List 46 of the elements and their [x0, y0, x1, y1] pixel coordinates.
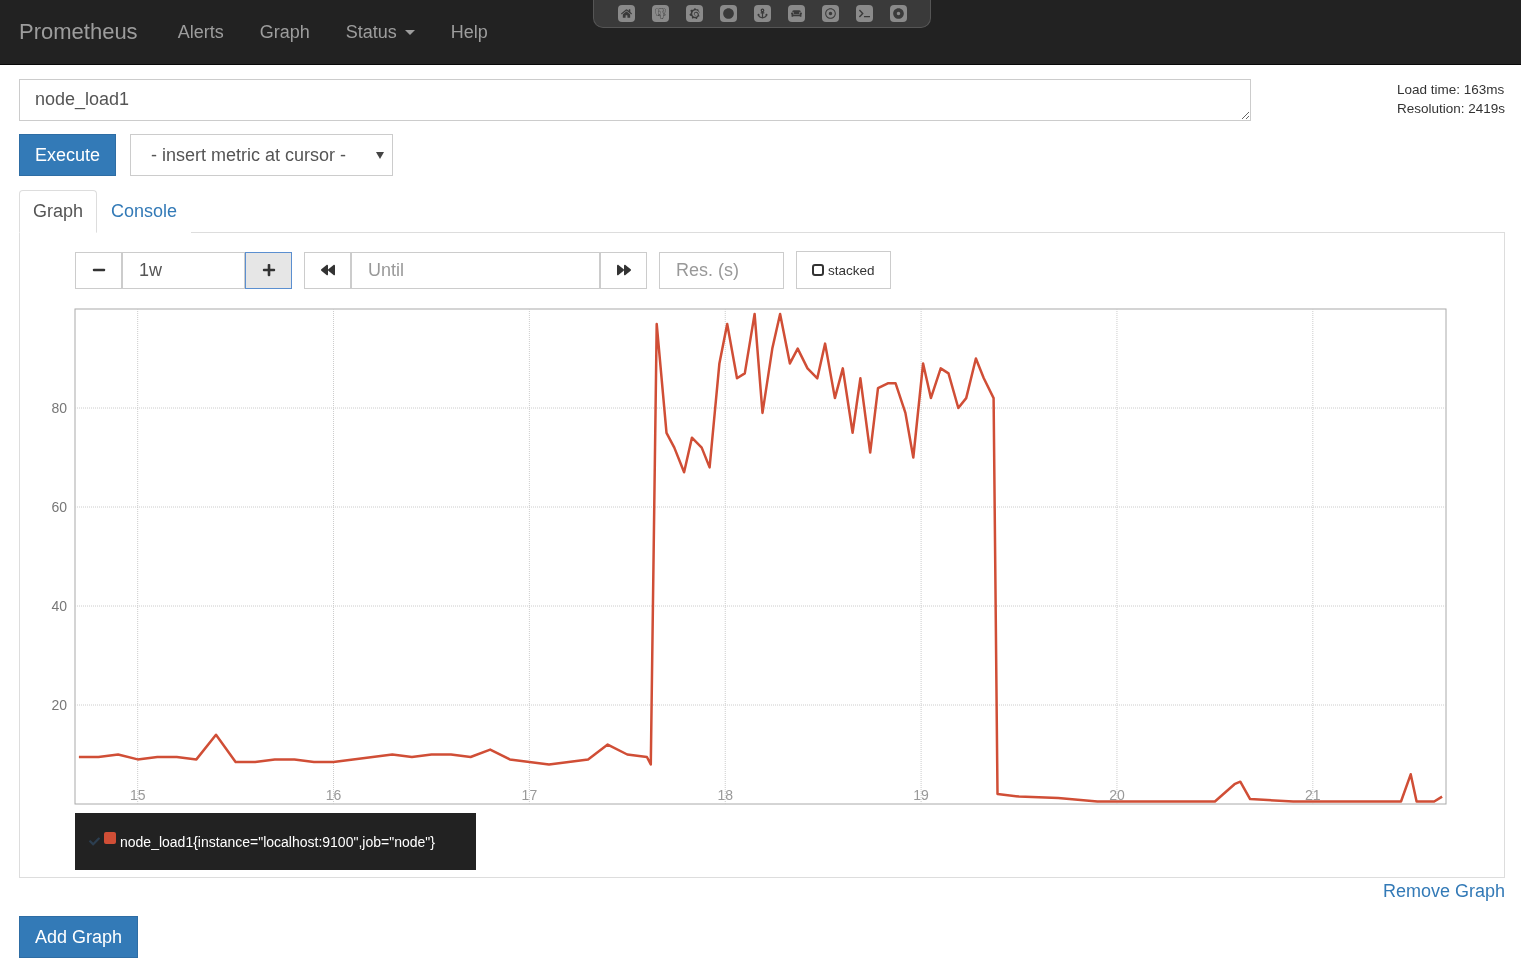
y-axis-label: 40 — [51, 598, 67, 614]
range-field[interactable]: 1w — [122, 251, 245, 289]
y-axis-label: 20 — [51, 697, 67, 713]
tab[interactable]: Graph — [19, 190, 98, 233]
x-axis-label: 16 — [325, 787, 342, 803]
plus-icon — [261, 263, 276, 277]
elephant-icon[interactable] — [651, 5, 669, 22]
forward-button[interactable] — [600, 251, 647, 289]
x-axis-label: 15 — [129, 787, 146, 803]
add-graph-button[interactable]: Add Graph — [19, 916, 139, 958]
terminal-icon[interactable] — [855, 5, 873, 22]
home-icon[interactable] — [617, 5, 635, 22]
resolution-field[interactable]: Res. (s) — [659, 251, 784, 289]
nav-link[interactable]: Help — [432, 21, 506, 43]
sofa-icon[interactable] — [787, 5, 805, 22]
nav-dropdown[interactable]: Status — [327, 21, 433, 43]
circle-icon[interactable] — [719, 5, 737, 22]
resolution-text: Resolution: 2419s — [1396, 100, 1505, 118]
legend-label: node_load1{instance="localhost:9100",job="node"} — [120, 833, 435, 850]
spiral-icon[interactable] — [685, 5, 703, 22]
target-icon[interactable] — [821, 5, 839, 22]
expression-field[interactable]: node_load1 — [19, 79, 1251, 121]
rewind-button[interactable] — [304, 251, 351, 289]
plus-button[interactable] — [245, 251, 292, 289]
x-axis-label: 21 — [1305, 787, 1321, 803]
x-axis-label: 20 — [1109, 787, 1125, 803]
dot-icon[interactable] — [889, 5, 907, 22]
caret-icon — [404, 29, 415, 35]
x-axis-label: 17 — [521, 787, 538, 803]
stacked-toggle[interactable]: stacked — [796, 251, 891, 289]
metric-select[interactable]: - insert metric at cursor - — [130, 134, 394, 176]
nav-link[interactable]: Alerts — [159, 21, 242, 43]
y-axis-label: 80 — [51, 400, 67, 416]
nav-link[interactable]: Graph — [241, 21, 328, 43]
anchor-icon[interactable] — [753, 5, 771, 22]
fast-forward-icon — [616, 263, 631, 277]
until-field[interactable]: Until — [351, 251, 600, 289]
execute-button[interactable]: Execute — [19, 134, 117, 176]
x-axis-label: 18 — [717, 787, 734, 803]
x-axis-label: 19 — [913, 787, 929, 803]
remove-graph-link[interactable]: Remove Graph — [1382, 881, 1505, 902]
rewind-icon — [320, 263, 335, 277]
brand-link[interactable]: Prometheus — [19, 19, 138, 45]
check-icon[interactable] — [89, 836, 100, 847]
load-time-text: Load time: 163ms — [1396, 81, 1505, 99]
y-axis-label: 60 — [51, 499, 67, 515]
